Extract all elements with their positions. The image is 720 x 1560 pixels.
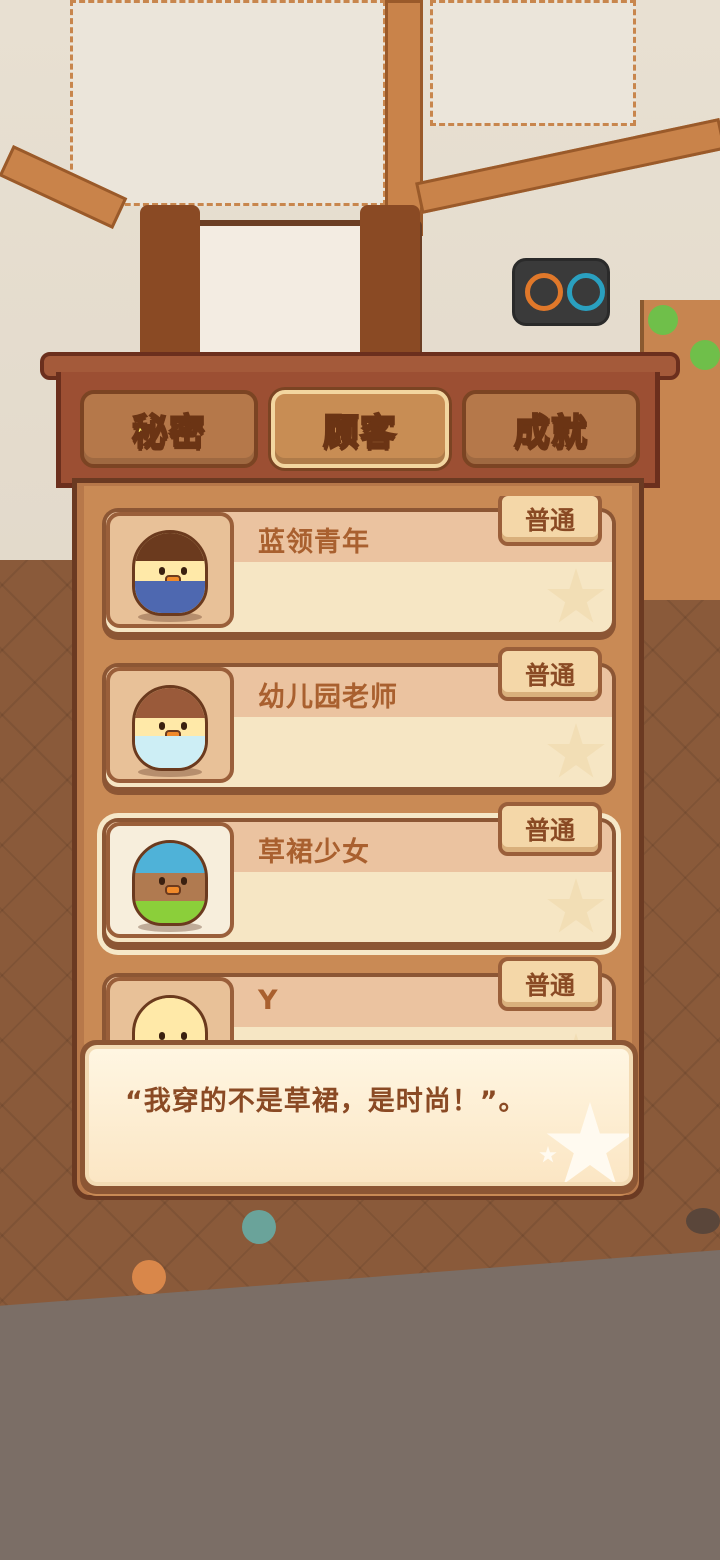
tab-label: 成就 <box>513 411 588 454</box>
curtain <box>140 205 200 365</box>
customer-card[interactable]: 蓝领青年 普通 <box>102 496 616 640</box>
tab-label: 顾客 <box>322 411 397 454</box>
customer-name: 幼儿园老师 <box>258 682 398 713</box>
rarity-label: 普通 <box>524 816 575 845</box>
tab-label: 秘密 <box>131 411 206 454</box>
tab-customers[interactable]: 顾客 <box>271 390 449 468</box>
customer-list[interactable]: 蓝领青年 普通 幼儿园老师 普通 草裙少女 普通 Y 普通 <box>96 496 624 1042</box>
tab-secrets[interactable]: 秘密 <box>80 390 258 468</box>
star-icon <box>546 1102 629 1182</box>
speaker-icon <box>512 258 610 326</box>
plant-icon <box>648 305 678 335</box>
quote-dialog: “我穿的不是草裙，是时尚！”。 <box>80 1040 638 1194</box>
customer-card[interactable]: 幼儿园老师 普通 <box>102 647 616 795</box>
rarity-badge: 普通 <box>498 957 602 1011</box>
rarity-label: 普通 <box>524 661 575 690</box>
rarity-label: 普通 <box>524 506 575 535</box>
tab-achievements[interactable]: 成就 <box>462 390 640 468</box>
wall-beam <box>385 0 423 236</box>
chick-portrait-icon <box>132 995 208 1042</box>
quote-text: “我穿的不是草裙，是时尚！”。 <box>125 1086 527 1117</box>
portrait-frame <box>106 512 234 628</box>
rarity-badge: 普通 <box>498 802 602 856</box>
ball-icon <box>132 1260 166 1294</box>
ball-icon <box>242 1210 276 1244</box>
dialog-face: “我穿的不是草裙，是时尚！”。 <box>85 1045 633 1186</box>
star-icon <box>547 723 605 778</box>
portrait-frame <box>106 667 234 783</box>
blue-collar-chick-portrait-icon <box>132 530 208 622</box>
game-screen: 秘密 顾客 成就 蓝领青年 普通 幼儿园老师 普通 草裙少女 普通 Y 普通 “… <box>0 0 720 1560</box>
rarity-badge: 普通 <box>498 496 602 546</box>
grass-skirt-chick-portrait-icon <box>132 840 208 932</box>
star-icon <box>539 1146 557 1163</box>
star-icon <box>547 568 605 623</box>
wall-panel <box>430 0 636 126</box>
star-icon <box>547 878 605 933</box>
curtain <box>360 205 420 365</box>
customer-name: 草裙少女 <box>258 837 370 868</box>
customer-name: Y <box>258 985 279 1016</box>
portrait-frame <box>106 977 234 1042</box>
teacher-chick-portrait-icon <box>132 685 208 777</box>
customer-card-selected[interactable]: 草裙少女 普通 <box>102 802 616 950</box>
rarity-badge: 普通 <box>498 647 602 701</box>
rarity-label: 普通 <box>524 971 575 1000</box>
ball-icon <box>686 1208 720 1234</box>
customer-name: 蓝领青年 <box>258 527 370 558</box>
portrait-frame <box>106 822 234 938</box>
customer-card[interactable]: Y 普通 <box>102 957 616 1042</box>
plant-icon <box>690 340 720 370</box>
wall-panel <box>70 0 386 206</box>
